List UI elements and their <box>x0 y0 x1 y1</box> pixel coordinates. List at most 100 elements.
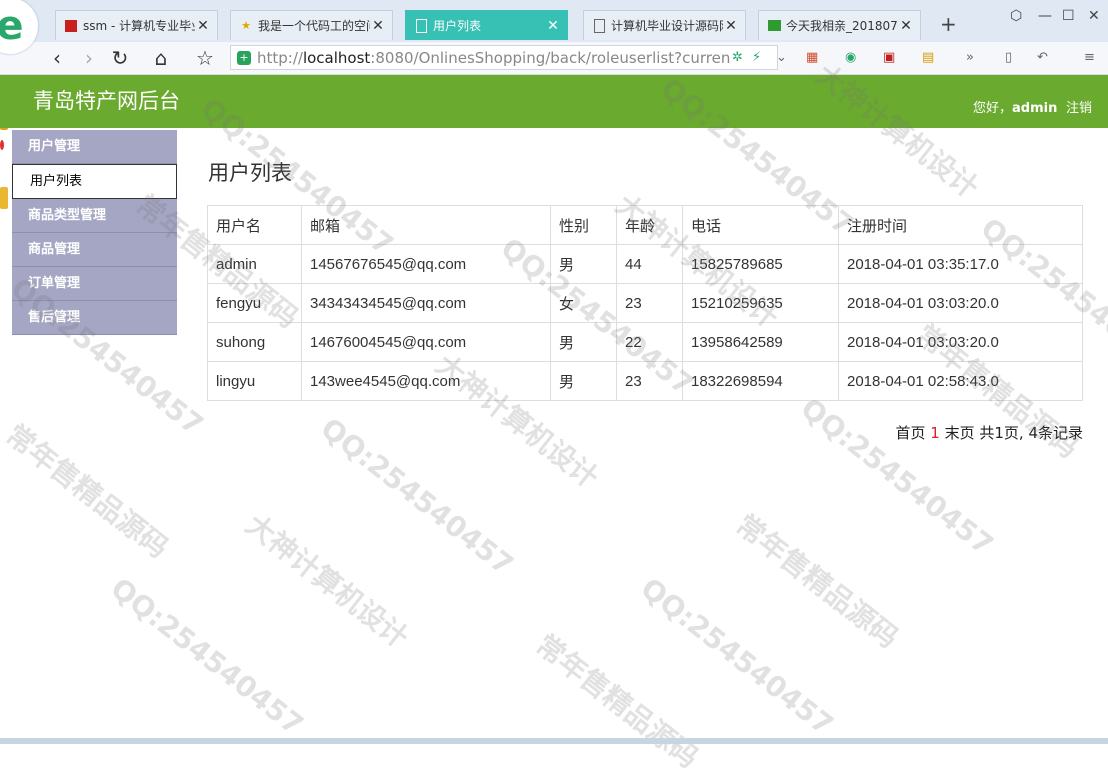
column-header-age: 年龄 <box>616 205 683 245</box>
watermark: 常年售精品源码 <box>729 507 905 655</box>
site-title: 青岛特产网后台 <box>33 89 180 113</box>
current-page-number[interactable]: 1 <box>930 424 940 442</box>
browser-toolbar: ‹ › ↻ ⌂ ☆ + http://localhost:8080/Online… <box>0 42 1108 75</box>
sidebar-item-user-list[interactable]: 用户列表 <box>12 164 177 199</box>
column-header-phone: 电话 <box>682 205 839 245</box>
cell-gender: 男 <box>550 322 617 362</box>
table-row: lingyu 143wee4545@qq.com 男 23 1832269859… <box>207 361 1083 401</box>
page-summary: 共1页, 4条记录 <box>979 424 1083 442</box>
table-row: suhong 14676004545@qq.com 男 22 139586425… <box>207 322 1083 362</box>
cell-registered: 2018-04-01 02:58:43.0 <box>838 361 1083 401</box>
close-window-button[interactable]: ✕ <box>1088 8 1100 24</box>
os-taskbar <box>0 738 1108 744</box>
minimize-button[interactable]: — <box>1038 8 1052 24</box>
watermark: 常年售精品源码 <box>529 627 705 775</box>
extension-pdf-icon[interactable]: ▣ <box>883 50 895 65</box>
new-tab-button[interactable]: + <box>940 12 957 36</box>
sidebar-group-product-type[interactable]: 商品类型管理 <box>12 199 177 233</box>
sidebar-group-after-sales[interactable]: 售后管理 <box>12 301 177 335</box>
refresh-button[interactable]: ↻ <box>107 45 133 71</box>
column-header-email: 邮箱 <box>301 205 551 245</box>
first-page-link[interactable]: 首页 <box>895 424 925 442</box>
cell-email: 143wee4545@qq.com <box>301 361 551 401</box>
watermark: QQ:254540457 <box>314 411 520 582</box>
table-row: fengyu 34343434545@qq.com 女 23 152102596… <box>207 283 1083 323</box>
sidebar-group-user-management[interactable]: 用户管理 <box>12 130 177 164</box>
cell-registered: 2018-04-01 03:35:17.0 <box>838 244 1083 284</box>
back-button[interactable]: ‹ <box>44 45 70 71</box>
logout-link[interactable]: 注销 <box>1066 97 1092 116</box>
speed-icon[interactable]: ✲ <box>732 50 743 65</box>
pagination: 首页 1 末页 共1页, 4条记录 <box>895 422 1083 443</box>
user-greeting: 您好，admin <box>973 101 1058 116</box>
cell-username: admin <box>207 244 302 284</box>
cell-email: 34343434545@qq.com <box>301 283 551 323</box>
watermark: 常年售精品源码 <box>0 417 175 565</box>
star-icon: ★ <box>241 19 251 32</box>
forward-button[interactable]: › <box>76 45 102 71</box>
close-icon[interactable]: ✕ <box>723 18 739 34</box>
side-mark <box>0 187 8 209</box>
watermark: QQ:254540457 <box>794 391 1000 562</box>
cell-username: suhong <box>207 322 302 362</box>
cell-age: 23 <box>616 361 683 401</box>
user-table: 用户名 邮箱 性别 年龄 电话 注册时间 admin 14567676545@q… <box>207 205 1083 401</box>
tab-source-site[interactable]: 计算机毕业设计源码网 ✕ <box>583 10 746 40</box>
cell-gender: 男 <box>550 361 617 401</box>
tab-code-space[interactable]: ★ 我是一个代码工的空间 ✕ <box>230 10 393 40</box>
table-header-row: 用户名 邮箱 性别 年龄 电话 注册时间 <box>207 205 1083 245</box>
undo-icon[interactable]: ↶ <box>1037 50 1048 65</box>
close-icon[interactable]: ✕ <box>545 18 561 34</box>
app-header: 青岛特产网后台 您好，admin 注销 <box>0 75 1108 128</box>
watermark: 大神计算机设计 <box>239 507 415 655</box>
cell-gender: 女 <box>550 283 617 323</box>
cell-email: 14676004545@qq.com <box>301 322 551 362</box>
cell-age: 22 <box>616 322 683 362</box>
tab-video[interactable]: 今天我相亲_2018072 ✕ <box>758 10 921 40</box>
shirt-icon[interactable]: ⬡ <box>1010 8 1022 24</box>
chevron-down-icon[interactable]: ⌄ <box>776 50 787 65</box>
username: admin <box>1012 101 1058 116</box>
cell-phone: 18322698594 <box>682 361 839 401</box>
tab-ssm[interactable]: ssm - 计算机专业毕业 ✕ <box>55 10 218 40</box>
bookmark-star-icon[interactable]: ☆ <box>192 45 218 71</box>
url-prefix: http:// <box>257 48 303 67</box>
extension-apps-icon[interactable]: ▦ <box>806 50 818 65</box>
more-extensions-icon[interactable]: » <box>966 50 974 65</box>
cell-username: lingyu <box>207 361 302 401</box>
page-icon <box>592 18 606 33</box>
maximize-button[interactable]: ☐ <box>1062 8 1075 24</box>
reading-mode-icon[interactable]: ▯ <box>1005 50 1012 65</box>
cell-username: fengyu <box>207 283 302 323</box>
close-icon[interactable]: ✕ <box>370 18 386 34</box>
cell-gender: 男 <box>550 244 617 284</box>
extension-security-icon[interactable]: ◉ <box>845 50 856 65</box>
sidebar-group-product[interactable]: 商品管理 <box>12 233 177 267</box>
address-bar[interactable]: + http://localhost:8080/OnlinesShopping/… <box>230 45 778 70</box>
url-path: :8080/OnlinesShopping/back/roleuserlist?… <box>370 48 731 67</box>
cell-registered: 2018-04-01 03:03:20.0 <box>838 322 1083 362</box>
home-button[interactable]: ⌂ <box>148 45 174 71</box>
cell-age: 23 <box>616 283 683 323</box>
cell-age: 44 <box>616 244 683 284</box>
watermark: QQ:254540457 <box>104 571 310 742</box>
tab-user-list[interactable]: 用户列表 ✕ <box>405 10 568 40</box>
page-title: 用户列表 <box>208 161 292 185</box>
browser-tab-bar: e ssm - 计算机专业毕业 ✕ ★ 我是一个代码工的空间 ✕ 用户列表 ✕ … <box>0 0 1108 54</box>
table-row: admin 14567676545@qq.com 男 44 1582578968… <box>207 244 1083 284</box>
lightning-icon[interactable]: ⚡ <box>752 50 761 65</box>
close-icon[interactable]: ✕ <box>195 18 211 34</box>
last-page-link[interactable]: 末页 <box>945 424 975 442</box>
cell-registered: 2018-04-01 03:03:20.0 <box>838 283 1083 323</box>
red-square-icon <box>64 19 78 33</box>
sidebar-group-order[interactable]: 订单管理 <box>12 267 177 301</box>
cell-phone: 15825789685 <box>682 244 839 284</box>
green-square-icon <box>767 19 781 33</box>
page-icon <box>414 18 428 33</box>
close-icon[interactable]: ✕ <box>898 18 914 34</box>
url-host: localhost <box>302 48 371 67</box>
column-header-gender: 性别 <box>550 205 617 245</box>
column-header-registered: 注册时间 <box>838 205 1083 245</box>
menu-icon[interactable]: ≡ <box>1084 50 1095 65</box>
extension-note-icon[interactable]: ▤ <box>922 50 934 65</box>
